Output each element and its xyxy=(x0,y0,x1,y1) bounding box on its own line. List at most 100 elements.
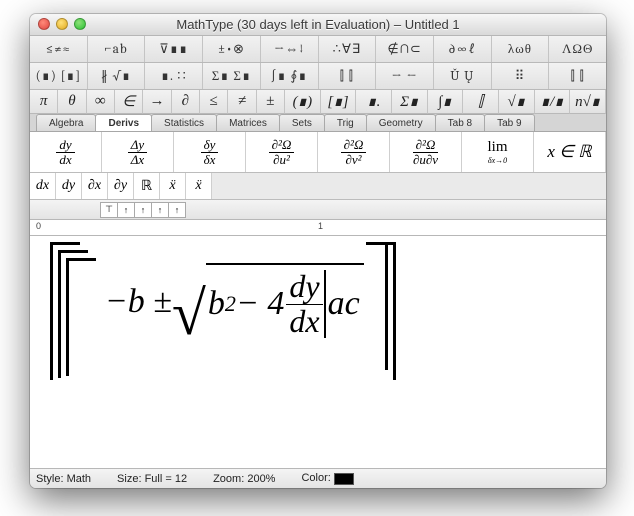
deriv-xdotdot-2[interactable]: ẍ xyxy=(186,173,212,199)
palette-button[interactable]: ∉∩⊂ xyxy=(376,36,434,62)
eq-text: −b ± xyxy=(105,283,172,321)
palette-button[interactable]: → ← xyxy=(376,63,434,89)
align-button[interactable]: ↑ xyxy=(134,202,152,218)
status-zoom-label: Zoom: xyxy=(213,473,244,485)
palette-button[interactable]: ±•⊗ xyxy=(203,36,261,62)
status-bar: Style: Math Size: Full = 12 Zoom: 200% C… xyxy=(30,468,606,488)
symbol-button[interactable]: ∞ xyxy=(87,90,115,114)
palette-button[interactable]: Ǔ Ų xyxy=(434,63,492,89)
deriv-limit[interactable]: limδx→0 xyxy=(462,132,534,172)
template-button[interactable]: (∎) xyxy=(285,90,321,114)
align-button[interactable]: ↑ xyxy=(151,202,169,218)
align-button[interactable]: ↑ xyxy=(168,202,186,218)
toolbar-filler xyxy=(212,173,606,199)
deriv-dy-dx[interactable]: dydx xyxy=(30,132,102,172)
tab-statistics[interactable]: Statistics xyxy=(151,114,217,131)
palette-button[interactable]: ∂∞ℓ xyxy=(434,36,492,62)
template-button[interactable]: √∎ xyxy=(499,90,535,114)
palette-button[interactable]: ⠿ xyxy=(492,63,550,89)
symbol-button[interactable]: ∂ xyxy=(172,90,200,114)
status-zoom-value[interactable]: 200% xyxy=(247,473,275,485)
tab-algebra[interactable]: Algebra xyxy=(36,114,96,131)
window-title: MathType (30 days left in Evaluation) – … xyxy=(30,17,606,32)
template-button[interactable]: n√∎ xyxy=(570,90,606,114)
template-palette-row-1: (∎) [∎] ∦ √∎ ∎. ∷ Σ∎ Σ∎ ∫∎ ∮∎ ⫿ ⫿ → ← Ǔ … xyxy=(30,63,606,90)
deriv-dy[interactable]: dy xyxy=(56,173,82,199)
titlebar: MathType (30 days left in Evaluation) – … xyxy=(30,14,606,36)
ruler-mark-0: 0 xyxy=(36,221,41,231)
palette-button[interactable]: ∫∎ ∮∎ xyxy=(261,63,319,89)
alignment-toolstrip: ⊤ ↑ ↑ ↑ ↑ xyxy=(30,200,606,220)
status-style-value[interactable]: Math xyxy=(67,473,91,485)
palette-button[interactable]: ≤≠≈ xyxy=(30,36,88,62)
tab-sets[interactable]: Sets xyxy=(279,114,325,131)
symbol-button[interactable]: ≤ xyxy=(200,90,228,114)
palette-button[interactable]: Σ∎ Σ∎ xyxy=(203,63,261,89)
left-bracket-icon xyxy=(50,242,102,254)
symbol-button[interactable]: → xyxy=(143,90,171,114)
palette-button[interactable]: ∎. ∷ xyxy=(145,63,203,89)
deriv-reals[interactable]: ℝ xyxy=(134,173,160,199)
zoom-icon[interactable] xyxy=(74,18,86,30)
palette-button[interactable]: ⫿ ⫿ xyxy=(319,63,377,89)
derivs-toolbar-row-1: dydx ΔyΔx δyδx ∂²Ω∂u² ∂²Ω∂v² ∂²Ω∂u∂v lim… xyxy=(30,132,606,173)
align-button[interactable]: ↑ xyxy=(117,202,135,218)
category-tabs: Algebra Derivs Statistics Matrices Sets … xyxy=(30,114,606,132)
palette-button[interactable]: ∴∀∃ xyxy=(319,36,377,62)
symbol-button[interactable]: ≠ xyxy=(228,90,256,114)
deriv-d2-du2[interactable]: ∂²Ω∂u² xyxy=(246,132,318,172)
palette-button[interactable]: (∎) [∎] xyxy=(30,63,88,89)
tab-9[interactable]: Tab 9 xyxy=(484,114,534,131)
status-style-label: Style: xyxy=(36,473,64,485)
deriv-small-delta[interactable]: δyδx xyxy=(174,132,246,172)
palette-button[interactable]: λωθ xyxy=(492,36,550,62)
palette-button[interactable]: ⊽∎∎ xyxy=(145,36,203,62)
align-button[interactable]: ⊤ xyxy=(100,202,118,218)
deriv-xdotdot-1[interactable]: ẍ xyxy=(160,173,186,199)
app-window: MathType (30 days left in Evaluation) – … xyxy=(30,14,606,488)
close-icon[interactable] xyxy=(38,18,50,30)
equation-canvas[interactable]: −b ± √ b2 − 4 dy dx ac xyxy=(30,236,606,468)
window-controls xyxy=(38,18,86,30)
status-size-label: Size: xyxy=(117,473,141,485)
eq-fraction: dy dx xyxy=(286,270,325,338)
deriv-d2-dudv[interactable]: ∂²Ω∂u∂v xyxy=(390,132,462,172)
palette-button[interactable]: ΛΩΘ xyxy=(549,36,606,62)
deriv-partial-y[interactable]: ∂y xyxy=(108,173,134,199)
symbol-button[interactable]: θ xyxy=(58,90,86,114)
tab-geometry[interactable]: Geometry xyxy=(366,114,436,131)
template-button[interactable]: ⫿ xyxy=(463,90,499,114)
right-bracket-icon xyxy=(366,242,396,254)
deriv-delta-y-x[interactable]: ΔyΔx xyxy=(102,132,174,172)
palette-button[interactable]: ⌐ab xyxy=(88,36,146,62)
symbol-button[interactable]: ± xyxy=(257,90,285,114)
status-size-value[interactable]: Full = 12 xyxy=(145,473,188,485)
template-button[interactable]: [∎] xyxy=(321,90,357,114)
tab-matrices[interactable]: Matrices xyxy=(216,114,280,131)
deriv-x-in-r[interactable]: x ∈ ℝ xyxy=(534,132,606,172)
tab-8[interactable]: Tab 8 xyxy=(435,114,485,131)
eq-text: b xyxy=(208,285,225,323)
color-swatch[interactable] xyxy=(334,473,354,485)
symbol-button[interactable]: π xyxy=(30,90,58,114)
deriv-d2-dv2[interactable]: ∂²Ω∂v² xyxy=(318,132,390,172)
deriv-partial-x[interactable]: ∂x xyxy=(82,173,108,199)
deriv-dx[interactable]: dx xyxy=(30,173,56,199)
palette-button[interactable]: ∦ √∎ xyxy=(88,63,146,89)
ruler-mark-1: 1 xyxy=(318,221,323,231)
minimize-icon[interactable] xyxy=(56,18,68,30)
symbol-shortcut-row: π θ ∞ ∈ → ∂ ≤ ≠ ± (∎) [∎] ∎. Σ∎ ∫∎ ⫿ √∎ … xyxy=(30,90,606,114)
palette-button[interactable]: →⇔↓ xyxy=(261,36,319,62)
tab-derivs[interactable]: Derivs xyxy=(95,114,152,131)
template-button[interactable]: ∎/∎ xyxy=(535,90,571,114)
template-button[interactable]: ∫∎ xyxy=(428,90,464,114)
equation[interactable]: −b ± √ b2 − 4 dy dx ac xyxy=(50,242,396,362)
ruler[interactable]: 0 1 xyxy=(30,220,606,236)
palette-button[interactable]: ⫿ ⫿ xyxy=(549,63,606,89)
tab-trig[interactable]: Trig xyxy=(324,114,367,131)
template-button[interactable]: Σ∎ xyxy=(392,90,428,114)
symbol-button[interactable]: ∈ xyxy=(115,90,143,114)
status-color-label: Color: xyxy=(301,472,330,484)
symbol-palette-row-1: ≤≠≈ ⌐ab ⊽∎∎ ±•⊗ →⇔↓ ∴∀∃ ∉∩⊂ ∂∞ℓ λωθ ΛΩΘ xyxy=(30,36,606,63)
template-button[interactable]: ∎. xyxy=(356,90,392,114)
